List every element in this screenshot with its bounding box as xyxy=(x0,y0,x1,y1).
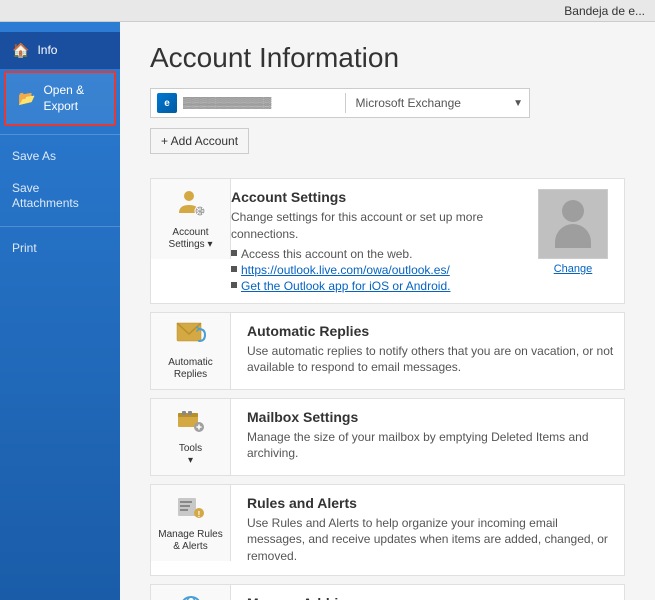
link-item-1: Access this account on the web. xyxy=(231,247,528,261)
top-bar: Bandeja de e... xyxy=(0,0,655,22)
top-bar-text: Bandeja de e... xyxy=(564,4,645,18)
manage-addins-icon-box[interactable]: Manage Add-ins xyxy=(151,585,231,600)
mailbox-settings-icon-box[interactable]: Tools▾ xyxy=(151,399,231,475)
sidebar-item-open-export-label: Open & Export xyxy=(43,83,102,114)
add-account-row: + Add Account xyxy=(150,128,625,154)
dropdown-arrow-icon: ▼ xyxy=(513,98,523,109)
mailbox-settings-label: Tools▾ xyxy=(179,443,202,467)
account-settings-links: Access this account on the web. https://… xyxy=(231,247,528,293)
account-settings-content: Account Settings Change settings for thi… xyxy=(231,179,538,303)
rules-alerts-desc: Use Rules and Alerts to help organize yo… xyxy=(247,515,614,565)
bullet-1 xyxy=(231,250,237,256)
account-name: ▓▓▓▓▓▓▓▓▓▓▓ xyxy=(183,97,335,109)
avatar-person xyxy=(555,200,591,248)
account-settings-label: AccountSettings ▾ xyxy=(169,227,213,251)
sidebar-item-print-label: Print xyxy=(12,241,37,257)
avatar-head xyxy=(562,200,584,222)
sidebar-item-info[interactable]: 🏠 Info xyxy=(0,32,120,69)
folder-icon: 📂 xyxy=(18,90,35,107)
exchange-icon: e xyxy=(157,93,177,113)
change-photo-link[interactable]: Change xyxy=(554,263,593,275)
account-settings-icon-box[interactable]: AccountSettings ▾ xyxy=(151,179,231,259)
account-settings-desc: Change settings for this account or set … xyxy=(231,209,528,243)
avatar-body xyxy=(555,224,591,248)
content-area: Account Information e ▓▓▓▓▓▓▓▓▓▓▓ Micros… xyxy=(120,22,655,600)
section-automatic-replies: AutomaticReplies Automatic Replies Use a… xyxy=(150,312,625,390)
account-selector: e ▓▓▓▓▓▓▓▓▓▓▓ Microsoft Exchange ▼ xyxy=(150,88,625,118)
sidebar-divider xyxy=(0,134,120,135)
ios-android-link[interactable]: Get the Outlook app for iOS or Android. xyxy=(241,279,450,293)
separator xyxy=(345,93,346,113)
rules-alerts-label: Manage Rules& Alerts xyxy=(158,529,222,553)
sidebar-item-open-export[interactable]: 📂 Open & Export xyxy=(4,71,116,126)
manage-addins-svg xyxy=(175,593,207,600)
add-account-button[interactable]: + Add Account xyxy=(150,128,249,154)
section-rules-alerts: ! Manage Rules& Alerts Rules and Alerts … xyxy=(150,484,625,576)
manage-addins-icon xyxy=(175,593,207,600)
svg-text:!: ! xyxy=(197,510,200,519)
rules-alerts-content: Rules and Alerts Use Rules and Alerts to… xyxy=(247,485,624,575)
sections: AccountSettings ▾ Account Settings Chang… xyxy=(120,178,655,600)
manage-addins-title: Manage Add-ins xyxy=(247,595,614,600)
mailbox-settings-desc: Manage the size of your mailbox by empty… xyxy=(247,429,614,463)
account-settings-left: AccountSettings ▾ Account Settings Chang… xyxy=(151,179,538,303)
mailbox-settings-content: Mailbox Settings Manage the size of your… xyxy=(247,399,624,473)
manage-addins-content: Manage Add-ins Manage and acquire Web Ad… xyxy=(247,585,624,600)
automatic-replies-content: Automatic Replies Use automatic replies … xyxy=(247,313,624,387)
page-title: Account Information xyxy=(150,42,625,74)
automatic-replies-label: AutomaticReplies xyxy=(168,357,212,381)
bullet-3 xyxy=(231,282,237,288)
rules-alerts-title: Rules and Alerts xyxy=(247,495,614,511)
rules-alerts-svg: ! xyxy=(175,493,207,521)
automatic-replies-desc: Use automatic replies to notify others t… xyxy=(247,343,614,377)
section-mailbox-settings: Tools▾ Mailbox Settings Manage the size … xyxy=(150,398,625,476)
avatar-area: Change xyxy=(538,179,624,303)
mailbox-settings-svg xyxy=(175,407,207,435)
sidebar-item-info-label: Info xyxy=(37,43,57,59)
sidebar-item-save-as[interactable]: Save As xyxy=(0,141,120,173)
account-type: Microsoft Exchange xyxy=(356,96,508,110)
automatic-replies-icon-box[interactable]: AutomaticReplies xyxy=(151,313,231,389)
bullet-2 xyxy=(231,266,237,272)
avatar-box xyxy=(538,189,608,259)
section-account-settings: AccountSettings ▾ Account Settings Chang… xyxy=(150,178,625,304)
automatic-replies-title: Automatic Replies xyxy=(247,323,614,339)
sidebar-item-save-attachments[interactable]: Save Attachments xyxy=(0,173,120,220)
section-manage-addins: Manage Add-ins Manage Add-ins Manage and… xyxy=(150,584,625,600)
account-dropdown[interactable]: e ▓▓▓▓▓▓▓▓▓▓▓ Microsoft Exchange ▼ xyxy=(150,88,530,118)
rules-alerts-icon: ! xyxy=(175,493,207,525)
owa-link[interactable]: https://outlook.live.com/owa/outlook.es/ xyxy=(241,263,450,277)
link-text-1: Access this account on the web. xyxy=(241,247,412,261)
automatic-replies-svg xyxy=(175,321,207,349)
rules-alerts-icon-box[interactable]: ! Manage Rules& Alerts xyxy=(151,485,231,561)
content-header: Account Information e ▓▓▓▓▓▓▓▓▓▓▓ Micros… xyxy=(120,22,655,178)
account-settings-svg xyxy=(175,187,207,219)
sidebar-item-save-attachments-label: Save Attachments xyxy=(12,181,108,212)
sidebar-item-print[interactable]: Print xyxy=(0,233,120,265)
automatic-replies-icon xyxy=(175,321,207,353)
account-settings-icon xyxy=(175,187,207,223)
account-settings-title: Account Settings xyxy=(231,189,528,205)
mailbox-settings-title: Mailbox Settings xyxy=(247,409,614,425)
link-item-3: Get the Outlook app for iOS or Android. xyxy=(231,279,528,293)
link-item-2: https://outlook.live.com/owa/outlook.es/ xyxy=(231,263,528,277)
sidebar-divider-2 xyxy=(0,226,120,227)
mailbox-settings-icon xyxy=(175,407,207,439)
home-icon: 🏠 xyxy=(12,42,29,59)
sidebar-item-save-as-label: Save As xyxy=(12,149,56,165)
sidebar: 🏠 Info 📂 Open & Export Save As Save Atta… xyxy=(0,22,120,600)
main-layout: 🏠 Info 📂 Open & Export Save As Save Atta… xyxy=(0,22,655,600)
